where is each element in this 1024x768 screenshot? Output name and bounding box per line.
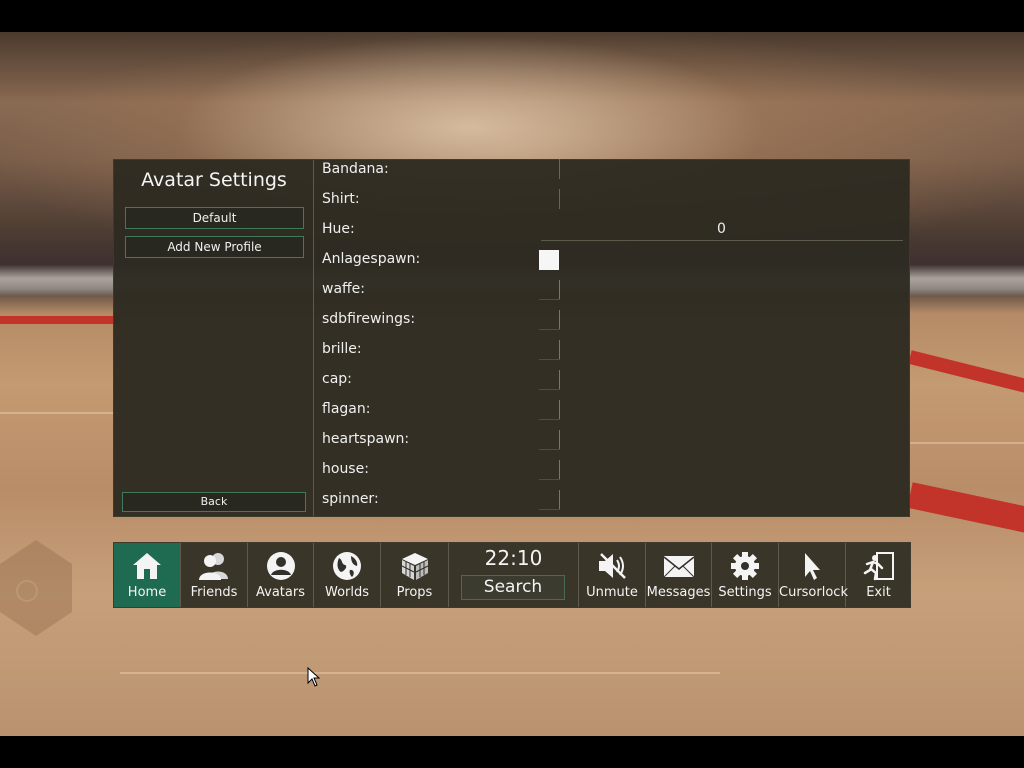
speaker-muted-icon (599, 553, 626, 579)
hue-slider-track[interactable] (541, 240, 903, 241)
setting-heartspawn: heartspawn: (315, 430, 910, 460)
ground-streak (0, 412, 120, 414)
track-stripe (908, 350, 1024, 396)
menu-label: Exit (866, 585, 891, 600)
setting-label: Shirt: (322, 191, 360, 207)
menu-label: Avatars (256, 585, 305, 600)
menu-label: Friends (190, 585, 238, 600)
sdbfirewings-checkbox[interactable] (539, 310, 560, 330)
heartspawn-checkbox[interactable] (539, 430, 560, 450)
home-icon (133, 553, 161, 579)
anlagespawn-checkbox[interactable] (539, 250, 559, 270)
menu-label: Worlds (324, 585, 370, 600)
spinner-checkbox[interactable] (539, 490, 560, 510)
profile-default-button[interactable]: Default (125, 207, 304, 229)
menu-label: Home (127, 585, 167, 600)
setting-waffe: waffe: (315, 280, 910, 310)
menu-label: Props (396, 585, 433, 600)
search-button[interactable]: Search (461, 575, 565, 600)
flagan-checkbox[interactable] (539, 400, 560, 420)
letterbox-top (0, 0, 1024, 32)
menu-worlds-button[interactable]: Worlds (314, 543, 381, 607)
shirt-dropdown[interactable] (559, 189, 560, 209)
menu-friends-button[interactable]: Friends (181, 543, 248, 607)
track-stripe (907, 482, 1024, 535)
brille-checkbox[interactable] (539, 340, 560, 360)
setting-label: brille: (322, 341, 362, 357)
bandana-dropdown[interactable] (559, 159, 560, 179)
letterbox-bottom (0, 736, 1024, 768)
friends-icon (199, 553, 228, 580)
clock-time: 22:10 (484, 546, 543, 570)
panel-title: Avatar Settings (141, 169, 287, 191)
setting-cap: cap: (315, 370, 910, 400)
menu-messages-button[interactable]: Messages (646, 543, 712, 607)
setting-label: Bandana: (322, 161, 389, 177)
back-button[interactable]: Back (122, 492, 306, 512)
setting-label: flagan: (322, 401, 371, 417)
setting-label: Anlagespawn: (322, 251, 421, 267)
add-new-profile-button[interactable]: Add New Profile (125, 236, 304, 258)
menu-home-button[interactable]: Home (114, 543, 181, 607)
setting-sdbfirewings: sdbfirewings: (315, 310, 910, 340)
menu-label: Messages (646, 585, 711, 600)
gear-icon (731, 552, 759, 580)
cursor-icon (805, 553, 820, 580)
settings-list: Bandana: Shirt: Hue: 0 Anlagespawn: waff… (315, 159, 910, 516)
track-stripe (0, 316, 120, 324)
menu-exit-button[interactable]: Exit (846, 543, 911, 607)
setting-bandana: Bandana: (315, 159, 910, 190)
setting-label: waffe: (322, 281, 366, 297)
avatar-icon (266, 552, 295, 580)
house-checkbox[interactable] (539, 460, 560, 480)
setting-spinner: spinner: (315, 490, 910, 520)
cap-checkbox[interactable] (539, 370, 560, 390)
setting-house: house: (315, 460, 910, 490)
setting-shirt: Shirt: (315, 189, 910, 220)
setting-brille: brille: (315, 340, 910, 370)
setting-anlagespawn: Anlagespawn: (315, 250, 910, 280)
setting-flagan: flagan: (315, 400, 910, 430)
setting-label: house: (322, 461, 369, 477)
menu-unmute-button[interactable]: Unmute (579, 543, 646, 607)
cube-icon (401, 553, 428, 580)
setting-label: cap: (322, 371, 352, 387)
menu-label: Unmute (586, 585, 638, 600)
menu-cursorlock-button[interactable]: Cursorlock (779, 543, 848, 607)
globe-icon (333, 552, 361, 580)
setting-label: Hue: (322, 221, 355, 237)
menu-settings-button[interactable]: Settings (712, 543, 779, 607)
ground-streak (120, 672, 720, 674)
main-menu-bar: Home Friends Avatars Worlds Props 22:10 … (113, 542, 911, 608)
mouse-cursor-icon (307, 667, 321, 687)
clock-search-block: 22:10 Search (449, 543, 579, 607)
menu-label: Cursorlock (779, 585, 848, 600)
waffe-checkbox[interactable] (539, 280, 560, 300)
avatar-settings-panel: Avatar Settings Default Add New Profile … (113, 159, 910, 517)
hue-slider-value[interactable]: 0 (717, 220, 726, 238)
menu-props-button[interactable]: Props (381, 543, 449, 607)
badge-symbol-icon (16, 580, 38, 602)
menu-label: Settings (718, 585, 772, 600)
menu-avatars-button[interactable]: Avatars (248, 543, 314, 607)
setting-hue: Hue: 0 (315, 220, 910, 250)
setting-label: sdbfirewings: (322, 311, 416, 327)
envelope-icon (663, 556, 694, 578)
setting-label: spinner: (322, 491, 379, 507)
ground-streak (910, 442, 1024, 444)
exit-icon (863, 552, 894, 581)
setting-label: heartspawn: (322, 431, 410, 447)
profile-column: Avatar Settings Default Add New Profile … (114, 160, 314, 516)
